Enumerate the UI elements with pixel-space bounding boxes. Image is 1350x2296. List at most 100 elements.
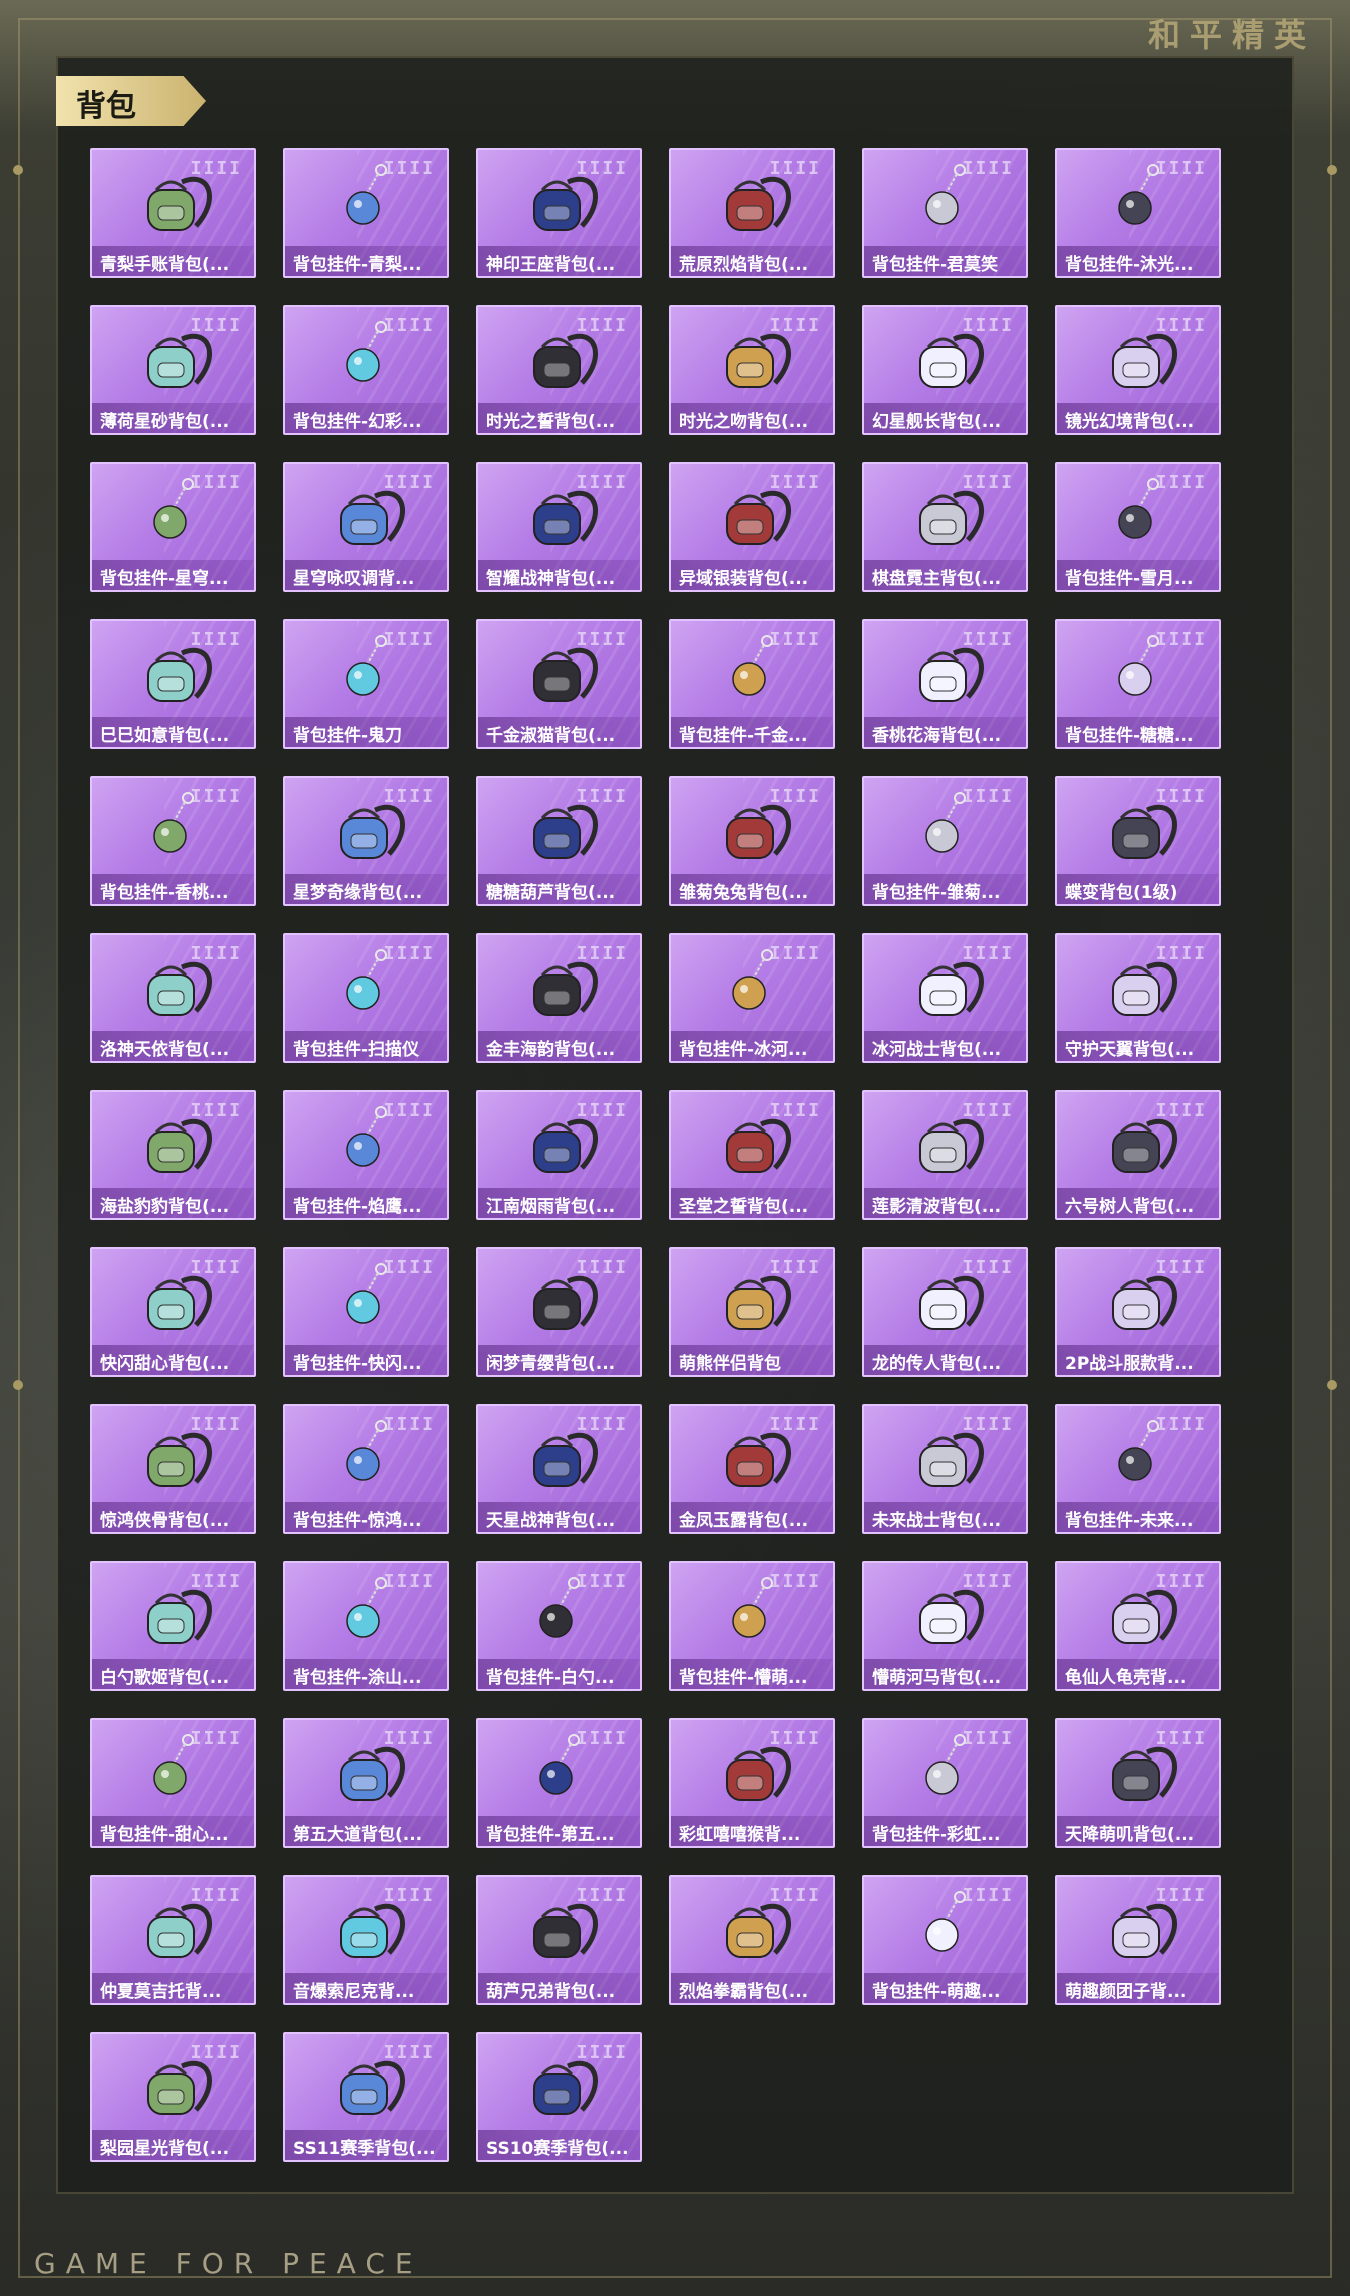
item-card[interactable]: IIII 懵萌河马背包(... (862, 1561, 1028, 1691)
charm-icon (1118, 164, 1159, 225)
item-card[interactable]: IIII 未来战士背包(... (862, 1404, 1028, 1534)
item-card[interactable]: IIII 背包挂件-萌趣... (862, 1875, 1028, 2005)
item-card[interactable]: IIII 葫芦兄弟背包(... (476, 1875, 642, 2005)
item-card[interactable]: IIII 金凤玉露背包(... (669, 1404, 835, 1534)
item-card[interactable]: IIII 背包挂件-彩虹... (862, 1718, 1028, 1848)
backpack-icon (919, 1432, 984, 1487)
item-card[interactable]: IIII 背包挂件-鬼刀 (283, 619, 449, 749)
item-card[interactable]: IIII 背包挂件-懵萌... (669, 1561, 835, 1691)
item-card[interactable]: IIII 背包挂件-焰鹰... (283, 1090, 449, 1220)
backpack-icon (726, 1903, 791, 1958)
item-card[interactable]: IIII 背包挂件-甜心... (90, 1718, 256, 1848)
item-card[interactable]: IIII 智耀战神背包(... (476, 462, 642, 592)
item-card[interactable]: IIII 六号树人背包(... (1055, 1090, 1221, 1220)
item-card[interactable]: IIII 背包挂件-幻彩... (283, 305, 449, 435)
item-card[interactable]: IIII 萌熊伴侣背包 (669, 1247, 835, 1377)
item-card[interactable]: IIII 海盐豹豹背包(... (90, 1090, 256, 1220)
item-card[interactable]: IIII 星穹咏叹调背... (283, 462, 449, 592)
item-card[interactable]: IIII 背包挂件-惊鸿... (283, 1404, 449, 1534)
item-card[interactable]: IIII 洛神天依背包(... (90, 933, 256, 1063)
item-card[interactable]: IIII 背包挂件-快闪... (283, 1247, 449, 1377)
charm-icon (346, 635, 387, 696)
item-card[interactable]: IIII 糖糖葫芦背包(... (476, 776, 642, 906)
item-label: 镜光幻境背包(... (1057, 403, 1219, 433)
item-card[interactable]: IIII 快闪甜心背包(... (90, 1247, 256, 1377)
item-card[interactable]: IIII 背包挂件-沐光... (1055, 148, 1221, 278)
item-card[interactable]: IIII 异域银装背包(... (669, 462, 835, 592)
item-card[interactable]: IIII 时光之吻背包(... (669, 305, 835, 435)
item-label: 2P战斗服款背... (1057, 1345, 1219, 1375)
item-card[interactable]: IIII 棋盘霓主背包(... (862, 462, 1028, 592)
section-title: 背包 (76, 89, 136, 124)
item-card[interactable]: IIII 烈焰拳霸背包(... (669, 1875, 835, 2005)
backpack-icon (147, 1275, 212, 1330)
item-label: 江南烟雨背包(... (478, 1188, 640, 1218)
item-card[interactable]: IIII 龟仙人龟壳背... (1055, 1561, 1221, 1691)
item-card[interactable]: IIII 背包挂件-雏菊... (862, 776, 1028, 906)
item-card[interactable]: IIII 背包挂件-未来... (1055, 1404, 1221, 1534)
charm-icon (346, 1577, 387, 1638)
item-card[interactable]: IIII 镜光幻境背包(... (1055, 305, 1221, 435)
item-label: 香桃花海背包(... (864, 717, 1026, 747)
item-card[interactable]: IIII SS10赛季背包(... (476, 2032, 642, 2162)
item-card[interactable]: IIII 背包挂件-星穹... (90, 462, 256, 592)
item-label: 六号树人背包(... (1057, 1188, 1219, 1218)
item-label: 星梦奇缘背包(... (285, 874, 447, 904)
backpack-icon (147, 1432, 212, 1487)
item-card[interactable]: IIII 蝶变背包(1级) (1055, 776, 1221, 906)
item-card[interactable]: IIII 梨园星光背包(... (90, 2032, 256, 2162)
item-card[interactable]: IIII 天降萌叽背包(... (1055, 1718, 1221, 1848)
item-card[interactable]: IIII 彩虹嘻嘻猴背... (669, 1718, 835, 1848)
backpack-icon (147, 1903, 212, 1958)
item-card[interactable]: IIII 青梨手账背包(... (90, 148, 256, 278)
item-label: 金丰海韵背包(... (478, 1031, 640, 1061)
item-card[interactable]: IIII 音爆索尼克背... (283, 1875, 449, 2005)
item-card[interactable]: IIII 时光之誓背包(... (476, 305, 642, 435)
item-card[interactable]: IIII 幻星舰长背包(... (862, 305, 1028, 435)
item-label: 背包挂件-君莫笑 (864, 246, 1026, 276)
backpack-icon (1112, 1589, 1177, 1644)
item-card[interactable]: IIII 金丰海韵背包(... (476, 933, 642, 1063)
item-card[interactable]: IIII 神印王座背包(... (476, 148, 642, 278)
item-card[interactable]: IIII 萌趣颜团子背... (1055, 1875, 1221, 2005)
item-card[interactable]: IIII 香桃花海背包(... (862, 619, 1028, 749)
item-card[interactable]: IIII 荒原烈焰背包(... (669, 148, 835, 278)
item-card[interactable]: IIII 白勺歌姬背包(... (90, 1561, 256, 1691)
item-card[interactable]: IIII 闲梦青缨背包(... (476, 1247, 642, 1377)
item-card[interactable]: IIII 背包挂件-糖糖... (1055, 619, 1221, 749)
item-card[interactable]: IIII 龙的传人背包(... (862, 1247, 1028, 1377)
item-card[interactable]: IIII 背包挂件-香桃... (90, 776, 256, 906)
item-label: 背包挂件-沐光... (1057, 246, 1219, 276)
item-card[interactable]: IIII 天星战神背包(... (476, 1404, 642, 1534)
item-card[interactable]: IIII 薄荷星砂背包(... (90, 305, 256, 435)
item-card[interactable]: IIII 守护天翼背包(... (1055, 933, 1221, 1063)
item-card[interactable]: IIII 背包挂件-涂山... (283, 1561, 449, 1691)
item-card[interactable]: IIII 莲影清波背包(... (862, 1090, 1028, 1220)
item-label: 洛神天依背包(... (92, 1031, 254, 1061)
item-card[interactable]: IIII 2P战斗服款背... (1055, 1247, 1221, 1377)
item-card[interactable]: IIII 背包挂件-冰河... (669, 933, 835, 1063)
item-card[interactable]: IIII 背包挂件-扫描仪 (283, 933, 449, 1063)
backpack-icon (1112, 804, 1177, 859)
item-card[interactable]: IIII 背包挂件-雪月... (1055, 462, 1221, 592)
item-card[interactable]: IIII 背包挂件-第五... (476, 1718, 642, 1848)
item-card[interactable]: IIII 星梦奇缘背包(... (283, 776, 449, 906)
item-card[interactable]: IIII 冰河战士背包(... (862, 933, 1028, 1063)
item-card[interactable]: IIII 圣堂之誓背包(... (669, 1090, 835, 1220)
item-card[interactable]: IIII 雏菊兔兔背包(... (669, 776, 835, 906)
backpack-icon (1112, 1275, 1177, 1330)
item-card[interactable]: IIII 背包挂件-青梨... (283, 148, 449, 278)
backpack-icon (726, 1118, 791, 1173)
item-card[interactable]: IIII 江南烟雨背包(... (476, 1090, 642, 1220)
backpack-icon (726, 1275, 791, 1330)
item-card[interactable]: IIII 第五大道背包(... (283, 1718, 449, 1848)
item-card[interactable]: IIII 巳巳如意背包(... (90, 619, 256, 749)
item-card[interactable]: IIII 惊鸿侠骨背包(... (90, 1404, 256, 1534)
item-card[interactable]: IIII 背包挂件-千金... (669, 619, 835, 749)
item-card[interactable]: IIII 背包挂件-白勺... (476, 1561, 642, 1691)
item-card[interactable]: IIII SS11赛季背包(... (283, 2032, 449, 2162)
item-card[interactable]: IIII 千金淑猫背包(... (476, 619, 642, 749)
item-card[interactable]: IIII 背包挂件-君莫笑 (862, 148, 1028, 278)
item-card[interactable]: IIII 仲夏莫吉托背... (90, 1875, 256, 2005)
item-label: 彩虹嘻嘻猴背... (671, 1816, 833, 1846)
